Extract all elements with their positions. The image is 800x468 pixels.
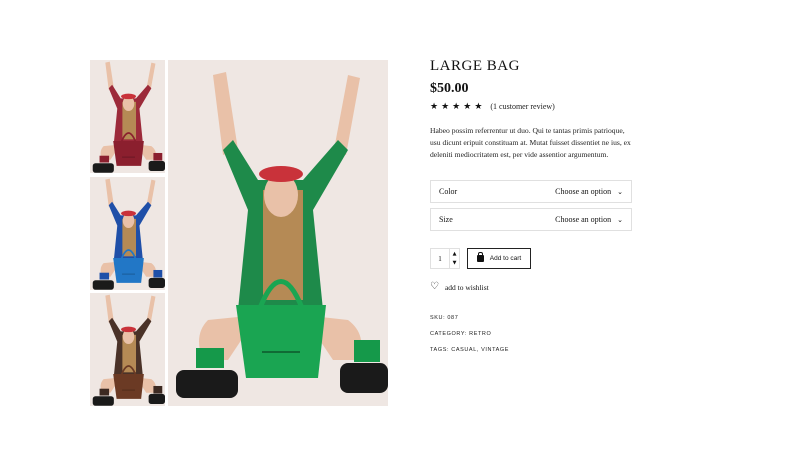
quantity-up-icon[interactable]: ▲ xyxy=(450,249,459,259)
add-to-cart-button[interactable]: Add to cart xyxy=(467,248,531,269)
star-icon: ★ xyxy=(474,101,483,111)
quantity-input[interactable]: 1 xyxy=(431,249,449,268)
variations-form: Color Choose an option ⌄ Size Choose an … xyxy=(430,180,632,236)
tags-links[interactable]: CASUAL, VINTAGE xyxy=(451,347,509,353)
photo-figure xyxy=(168,60,388,406)
product-meta: SKU: 087 CATEGORY: RETRO TAGS: CASUAL, V… xyxy=(430,315,509,363)
category-label: CATEGORY: xyxy=(430,331,467,337)
category-line: CATEGORY: RETRO xyxy=(430,331,509,337)
photo-figure xyxy=(90,60,165,173)
sku-value: 087 xyxy=(447,315,459,321)
thumbnail-blue-outfit[interactable] xyxy=(90,177,165,290)
select-value: Choose an option xyxy=(555,187,612,196)
quantity-stepper: 1 ▲ ▼ xyxy=(430,248,460,269)
product-summary: LARGE BAG $50.00 ★ ★ ★ ★ ★ (1 customer r… xyxy=(430,58,640,169)
variation-label: Size xyxy=(439,215,453,224)
main-product-image[interactable] xyxy=(168,60,388,406)
add-to-cart-row: 1 ▲ ▼ Add to cart xyxy=(430,248,531,269)
photo-figure xyxy=(90,293,165,406)
tags-label: TAGS: xyxy=(430,347,450,353)
variation-label: Color xyxy=(439,187,458,196)
variation-size: Size Choose an option ⌄ xyxy=(430,208,632,231)
sku-line: SKU: 087 xyxy=(430,315,509,321)
product-description: Habeo possim referrentur ut duo. Qui te … xyxy=(430,126,631,159)
star-icon: ★ xyxy=(430,101,439,111)
chevron-down-icon: ⌄ xyxy=(617,215,623,224)
select-value: Choose an option xyxy=(555,215,612,224)
review-count-link[interactable]: (1 customer review) xyxy=(490,102,554,111)
size-select[interactable]: Choose an option ⌄ xyxy=(555,215,623,224)
star-icon: ★ xyxy=(441,101,450,111)
shopping-bag-icon xyxy=(476,252,484,262)
star-rating: ★ ★ ★ ★ ★ xyxy=(430,102,482,111)
variation-color: Color Choose an option ⌄ xyxy=(430,180,632,203)
sku-label: SKU: xyxy=(430,315,446,321)
product-rating: ★ ★ ★ ★ ★ (1 customer review) xyxy=(430,102,640,112)
star-icon: ★ xyxy=(463,101,472,111)
chevron-down-icon: ⌄ xyxy=(617,187,623,196)
product-price: $50.00 xyxy=(430,81,469,96)
quantity-arrows: ▲ ▼ xyxy=(449,249,459,268)
photo-figure xyxy=(90,177,165,290)
product-title: LARGE BAG xyxy=(430,58,520,74)
wishlist-label: add to wishlist xyxy=(444,282,489,292)
category-link[interactable]: RETRO xyxy=(469,331,491,337)
color-select[interactable]: Choose an option ⌄ xyxy=(555,187,623,196)
thumbnail-red-outfit[interactable] xyxy=(90,60,165,173)
heart-icon: ♡ xyxy=(430,281,439,292)
thumbnail-brown-outfit[interactable] xyxy=(90,293,165,406)
star-icon: ★ xyxy=(452,101,461,111)
tags-line: TAGS: CASUAL, VINTAGE xyxy=(430,347,509,353)
add-to-cart-label: Add to cart xyxy=(489,255,522,262)
quantity-down-icon[interactable]: ▼ xyxy=(450,259,459,269)
add-to-wishlist-link[interactable]: ♡ add to wishlist xyxy=(430,282,489,292)
